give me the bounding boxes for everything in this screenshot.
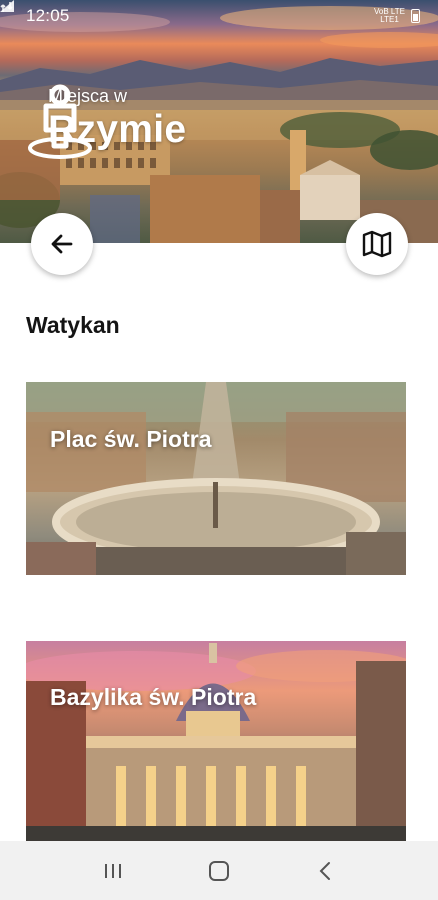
card-title: Bazylika św. Piotra xyxy=(50,684,257,710)
home-icon xyxy=(209,860,229,881)
home-button[interactable] xyxy=(199,851,239,891)
card-title: Plac św. Piotra xyxy=(50,426,212,452)
network-label-bottom: LTE1 xyxy=(380,15,399,24)
lte-signal-icon: VoB LTE LTE1 xyxy=(374,8,405,24)
app-logo: Miejsca w Rzymie xyxy=(26,82,186,159)
st-peters-square-photo xyxy=(26,382,406,575)
recents-icon xyxy=(105,863,121,878)
system-nav-bar xyxy=(0,841,438,900)
status-time: 12:05 xyxy=(26,6,70,25)
location-pin-person-icon xyxy=(28,84,92,159)
map-button[interactable] xyxy=(346,213,408,275)
battery-icon xyxy=(411,9,420,23)
place-card-st-peters-basilica[interactable]: Bazylika św. Piotra xyxy=(26,641,406,841)
status-bar: 12:05 VoB LTE LTE1 xyxy=(0,0,438,32)
recents-button[interactable] xyxy=(93,851,133,891)
hero-banner: 12:05 VoB LTE LTE1 Miejsca w Rzymie xyxy=(0,0,438,243)
cell-signal-icon xyxy=(0,0,14,12)
st-peters-basilica-photo xyxy=(26,643,406,841)
back-chevron-icon xyxy=(319,861,330,880)
place-card-st-peters-square[interactable]: Plac św. Piotra xyxy=(26,382,406,575)
map-icon xyxy=(362,230,392,258)
section-title: Watykan xyxy=(26,312,120,338)
system-back-button[interactable] xyxy=(305,851,345,891)
arrow-left-icon xyxy=(51,234,73,254)
back-button[interactable] xyxy=(31,213,93,275)
